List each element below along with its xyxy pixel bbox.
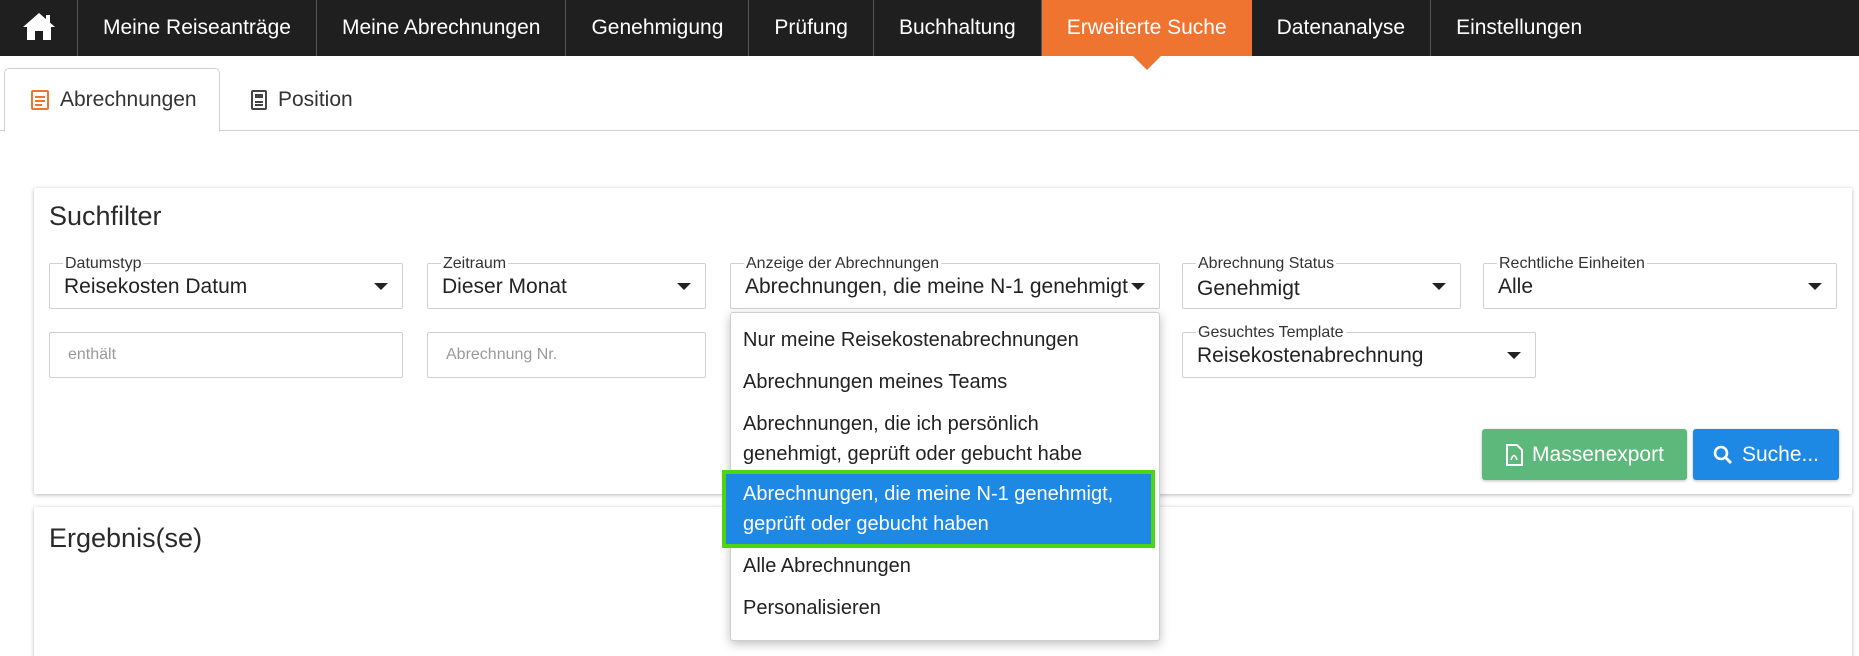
- field-value: Reisekostenabrechnung: [1197, 344, 1424, 367]
- dropdown-option[interactable]: Abrechnungen, die ich persönlich genehmi…: [743, 409, 1082, 469]
- field-value: Dieser Monat: [442, 275, 567, 298]
- placeholder: Abrechnung Nr.: [446, 346, 558, 363]
- tab-abrechnungen[interactable]: Abrechnungen: [4, 68, 220, 132]
- field-label: Abrechnung Status: [1196, 255, 1337, 273]
- nav-label: Einstellungen: [1456, 16, 1583, 39]
- document-icon: [250, 89, 268, 111]
- field-label: Gesuchtes Template: [1196, 324, 1346, 342]
- filter-title: Suchfilter: [49, 201, 162, 231]
- suche-button[interactable]: Suche...: [1693, 429, 1839, 480]
- field-value: Reisekosten Datum: [64, 275, 248, 298]
- chevron-down-icon: [677, 283, 691, 290]
- zeitraum-select[interactable]: Zeitraum Dieser Monat: [427, 255, 706, 309]
- placeholder: enthält: [68, 346, 117, 363]
- field-value: Abrechnungen, die meine N-1 genehmigt,: [745, 275, 1130, 298]
- dropdown-option-selected[interactable]: Abrechnungen, die meine N-1 genehmigt, g…: [722, 470, 1155, 548]
- nav-label: Buchhaltung: [898, 16, 1016, 39]
- nav-label: Meine Reiseanträge: [103, 16, 291, 39]
- option-text: Abrechnungen, die ich persönlich: [743, 413, 1039, 435]
- chevron-down-icon: [374, 283, 388, 290]
- template-select[interactable]: Gesuchtes Template Reisekostenabrechnung: [1182, 324, 1536, 378]
- enthaelt-input[interactable]: enthält: [49, 332, 403, 378]
- nav-genehmigung[interactable]: Genehmigung: [566, 0, 750, 56]
- field-label: Rechtliche Einheiten: [1497, 255, 1647, 273]
- nav-pruefung[interactable]: Prüfung: [749, 0, 874, 56]
- tab-bar: Abrechnungen Position: [0, 66, 1859, 132]
- nav-erweiterte-suche[interactable]: Erweiterte Suche: [1041, 0, 1252, 70]
- pdf-icon: [1505, 443, 1524, 466]
- home-button[interactable]: [0, 0, 78, 56]
- nav-meine-abrechnungen[interactable]: Meine Abrechnungen: [317, 0, 567, 56]
- option-text: Alle Abrechnungen: [743, 555, 911, 577]
- dropdown-option[interactable]: Alle Abrechnungen: [743, 551, 911, 581]
- chevron-down-icon: [1507, 352, 1521, 359]
- nav-einstellungen[interactable]: Einstellungen: [1431, 0, 1607, 56]
- field-value: Alle: [1498, 275, 1534, 298]
- datumstyp-select[interactable]: Datumstyp Reisekosten Datum: [49, 255, 403, 309]
- anzeige-select[interactable]: Anzeige der Abrechnungen Abrechnungen, d…: [730, 255, 1160, 309]
- nav-buchhaltung[interactable]: Buchhaltung: [874, 0, 1042, 56]
- dropdown-option[interactable]: Abrechnungen meines Teams: [743, 367, 1007, 397]
- field-label: Datumstyp: [63, 255, 144, 273]
- chevron-down-icon: [1131, 283, 1145, 290]
- option-text: Nur meine Reisekostenabrechnungen: [743, 329, 1079, 351]
- field-value: Genehmigt: [1197, 277, 1300, 300]
- chevron-down-icon: [1808, 283, 1822, 290]
- nav-meine-reiseantraege[interactable]: Meine Reiseanträge: [78, 0, 317, 56]
- option-text: genehmigt, geprüft oder gebucht habe: [743, 443, 1083, 465]
- abrechnung-nr-input[interactable]: Abrechnung Nr.: [427, 332, 706, 378]
- dropdown-option[interactable]: Nur meine Reisekostenabrechnungen: [743, 325, 1079, 355]
- search-icon: [1713, 445, 1733, 465]
- option-text: Personalisieren: [743, 597, 881, 619]
- tab-position[interactable]: Position: [250, 68, 353, 132]
- nav-label: Erweiterte Suche: [1066, 16, 1227, 39]
- dropdown-option[interactable]: Personalisieren: [743, 593, 881, 623]
- nav-label: Genehmigung: [591, 16, 724, 39]
- tab-label: Position: [278, 88, 353, 111]
- einheiten-select[interactable]: Rechtliche Einheiten Alle: [1483, 255, 1837, 309]
- chevron-down-icon: [1432, 283, 1446, 290]
- option-text: geprüft oder gebucht haben: [743, 513, 989, 535]
- nav-label: Meine Abrechnungen: [341, 16, 541, 39]
- option-text: Abrechnungen meines Teams: [743, 371, 1008, 393]
- status-select[interactable]: Abrechnung Status Genehmigt: [1182, 255, 1461, 309]
- nav-label: Datenanalyse: [1276, 16, 1406, 39]
- massenexport-button[interactable]: Massenexport: [1482, 429, 1687, 480]
- button-label: Suche...: [1741, 442, 1820, 466]
- option-text: Abrechnungen, die meine N-1 genehmigt,: [743, 483, 1114, 505]
- field-label: Zeitraum: [441, 255, 509, 273]
- tab-label: Abrechnungen: [60, 88, 197, 111]
- receipt-icon: [30, 89, 50, 111]
- main-navigation: Meine Reiseanträge Meine Abrechnungen Ge…: [0, 0, 1859, 70]
- nav-datenanalyse[interactable]: Datenanalyse: [1252, 0, 1432, 56]
- results-title: Ergebnis(se): [49, 523, 203, 553]
- nav-label: Prüfung: [774, 16, 848, 39]
- anzeige-dropdown-menu: Nur meine Reisekostenabrechnungen Abrech…: [722, 312, 1160, 641]
- home-icon: [21, 11, 57, 46]
- button-label: Massenexport: [1532, 442, 1664, 466]
- field-label: Anzeige der Abrechnungen: [744, 255, 942, 273]
